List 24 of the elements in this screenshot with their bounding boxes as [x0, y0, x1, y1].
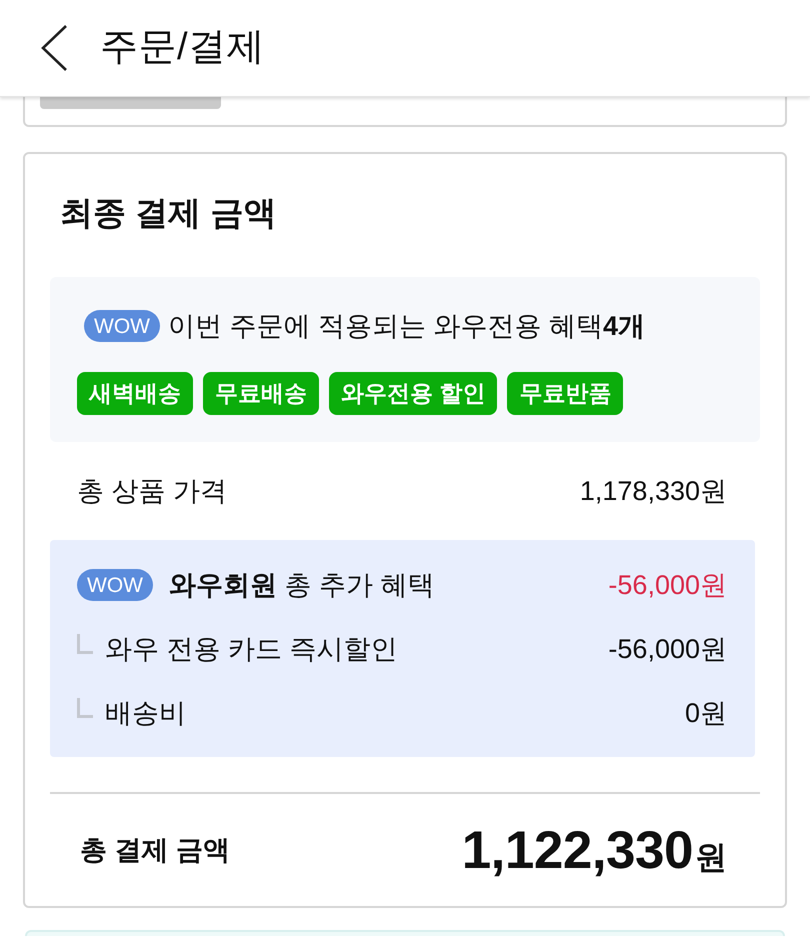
benefit-tag: 무료반품 — [507, 372, 624, 415]
page-title: 주문/결제 — [100, 25, 266, 70]
back-button[interactable] — [40, 24, 68, 72]
price-amount: 1,178,330원 — [580, 474, 727, 508]
benefit-item-label: 배송비 — [105, 696, 186, 730]
branch-line-icon — [77, 698, 93, 718]
benefit-item-amount: -56,000원 — [608, 632, 727, 666]
benefits-text: 이번 주문에 적용되는 와우전용 혜택4개 — [168, 310, 646, 343]
currency-unit: 원 — [695, 840, 727, 872]
wow-badge: WOW — [77, 569, 153, 601]
section-title: 최종 결제 금액 — [60, 193, 278, 233]
benefit-tag: 새벽배송 — [77, 372, 193, 415]
total-amount: 1,122,330 — [462, 824, 693, 876]
wow-badge: WOW — [84, 310, 160, 342]
back-chevron-icon — [40, 24, 68, 72]
benefit-tag: 와우전용 할인 — [329, 372, 498, 415]
benefit-total-label: 와우회원 총 추가 혜택 — [169, 568, 435, 602]
benefit-tag: 무료배송 — [203, 372, 319, 415]
total-label: 총 결제 금액 — [80, 834, 230, 867]
benefit-item-label: 와우 전용 카드 즉시할인 — [105, 632, 398, 666]
price-label: 총 상품 가격 — [77, 474, 228, 508]
benefit-total-amount: -56,000원 — [608, 568, 727, 602]
branch-line-icon — [77, 634, 93, 654]
benefit-item-amount: 0원 — [684, 696, 727, 730]
